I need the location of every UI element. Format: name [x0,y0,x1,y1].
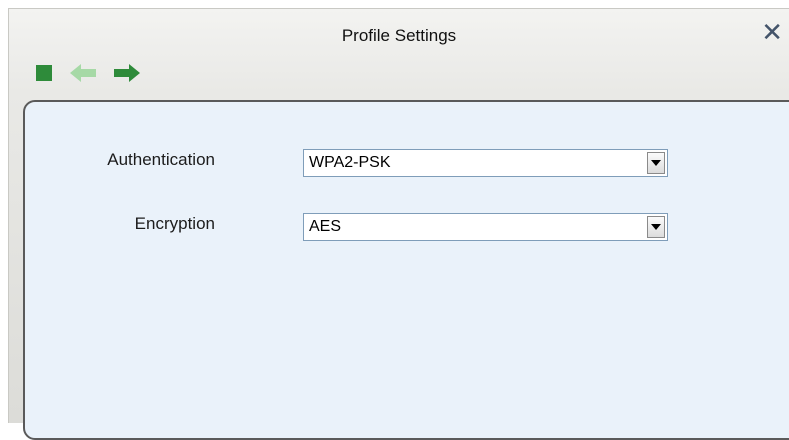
encryption-label: Encryption [134,214,215,233]
settings-panel: Authentication WPA2-PSK Encryption AES [23,100,789,440]
back-arrow-icon [70,63,96,82]
profile-settings-window: Profile Settings ✕ Authentication WPA2-P… [8,8,789,440]
close-button[interactable]: ✕ [761,19,783,45]
authentication-dropdown-button[interactable] [647,152,665,174]
toolbar [35,61,157,89]
encryption-dropdown-button[interactable] [647,216,665,238]
authentication-select[interactable]: WPA2-PSK [303,149,668,177]
authentication-label: Authentication [107,150,215,169]
stop-button[interactable] [35,64,53,87]
authentication-value: WPA2-PSK [309,154,391,171]
back-button[interactable] [69,62,97,89]
window-title: Profile Settings [341,26,457,45]
encryption-value: AES [309,218,342,235]
forward-arrow-icon [114,63,140,82]
forward-button[interactable] [113,62,141,89]
stop-icon [36,64,52,81]
chevron-down-icon [651,160,661,166]
encryption-select[interactable]: AES [303,213,668,241]
chevron-down-icon [651,224,661,230]
close-icon: ✕ [761,17,783,47]
